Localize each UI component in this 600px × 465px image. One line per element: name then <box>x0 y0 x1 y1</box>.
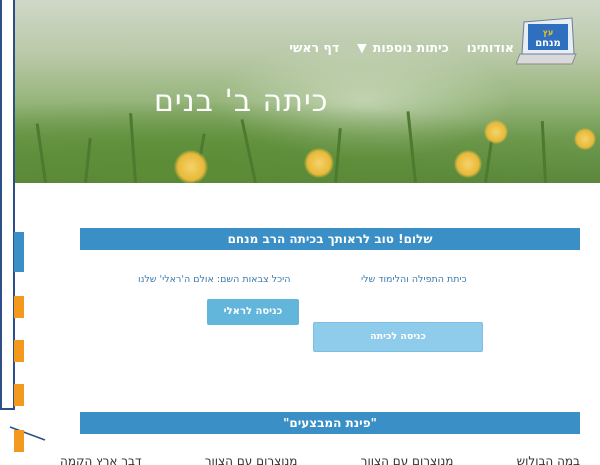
main-nav: דף ראשי כיתות נוספות ▼ אודותינו <box>289 40 514 55</box>
svg-text:מנחם: מנחם <box>535 38 561 49</box>
sidebar-accent-orange <box>14 430 24 452</box>
flower <box>454 150 482 178</box>
sidebar-accent-orange <box>14 340 24 362</box>
flower <box>484 120 508 144</box>
svg-text:עץ: עץ <box>543 28 554 37</box>
nav-about[interactable]: אודותינו <box>467 40 514 55</box>
operations-column: מנוצרום עם הצוור <box>204 454 298 465</box>
rally-enter-button[interactable]: כניסה לראלי <box>207 299 299 325</box>
operations-column: במה הבולוש <box>516 454 580 465</box>
book-laptop-icon: עץ מנחם <box>515 17 577 65</box>
page-title: כיתה ב' בנים <box>154 84 329 119</box>
class-enter-button[interactable]: כניסה לכיתה <box>313 322 483 352</box>
link-army-hall[interactable]: היכל צבאות השם: אולם ה'ראלי' שלנו <box>138 274 290 285</box>
site-logo[interactable]: עץ מנחם <box>515 14 580 66</box>
nav-home[interactable]: דף ראשי <box>289 40 339 55</box>
operations-column: דבר ארץ הקמה <box>60 454 142 465</box>
hero-banner: דף ראשי כיתות נוספות ▼ אודותינו כיתה ב' … <box>14 0 600 183</box>
operations-column: מנוצרום עם הצוור <box>360 454 454 465</box>
sidebar-accent-orange <box>14 296 24 318</box>
link-my-class[interactable]: כיתת התפילה והלימוד שלי <box>361 274 467 285</box>
flower <box>304 148 334 178</box>
welcome-header: שלום! טוב לראותך בכיתה הרב מנחם <box>80 228 580 250</box>
sidebar-accent-orange <box>14 384 24 406</box>
nav-more-classes[interactable]: כיתות נוספות ▼ <box>357 40 449 55</box>
flower <box>574 128 596 150</box>
frame-outer-line <box>0 0 2 410</box>
sidebar-accent-blue <box>14 232 24 272</box>
nav-more-classes-label: כיתות נוספות <box>372 40 449 55</box>
chevron-down-icon: ▼ <box>357 40 367 55</box>
pointer-line <box>9 426 46 441</box>
flower <box>174 150 208 183</box>
operations-header: "פינת המבצעים" <box>80 412 580 434</box>
operations-columns: דבר ארץ הקמה מנוצרום עם הצוור מנוצרום עם… <box>60 452 580 465</box>
